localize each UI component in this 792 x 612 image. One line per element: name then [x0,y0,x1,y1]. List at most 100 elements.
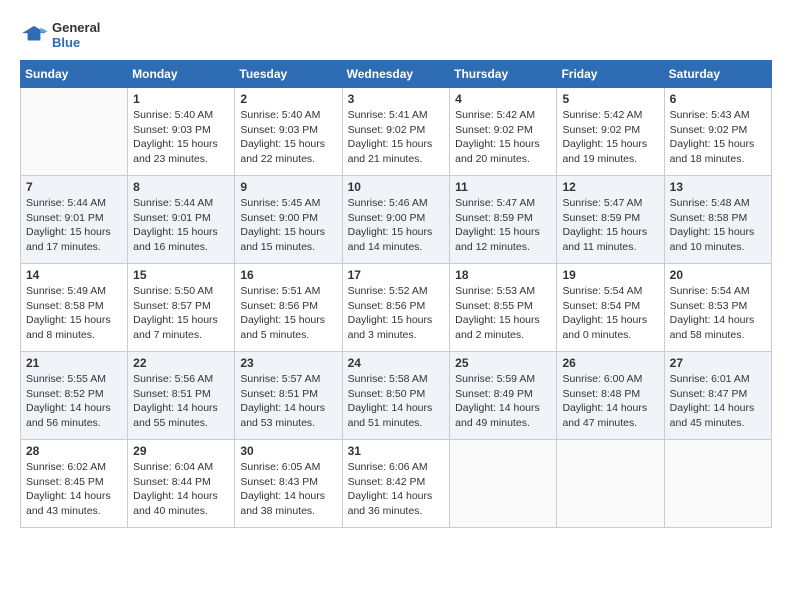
day-info: Sunrise: 5:55 AMSunset: 8:52 PMDaylight:… [26,372,122,431]
day-info: Sunrise: 5:40 AMSunset: 9:03 PMDaylight:… [240,108,336,167]
calendar-cell: 25 Sunrise: 5:59 AMSunset: 8:49 PMDayligh… [450,352,557,440]
calendar-cell: 20 Sunrise: 5:54 AMSunset: 8:53 PMDayligh… [664,264,771,352]
logo-icon [20,24,48,46]
column-header-saturday: Saturday [664,61,771,88]
day-info: Sunrise: 5:51 AMSunset: 8:56 PMDaylight:… [240,284,336,343]
column-header-thursday: Thursday [450,61,557,88]
calendar-table: SundayMondayTuesdayWednesdayThursdayFrid… [20,60,772,528]
day-number: 26 [562,356,658,370]
day-info: Sunrise: 5:47 AMSunset: 8:59 PMDaylight:… [562,196,658,255]
column-header-sunday: Sunday [21,61,128,88]
day-info: Sunrise: 5:40 AMSunset: 9:03 PMDaylight:… [133,108,229,167]
calendar-cell: 31 Sunrise: 6:06 AMSunset: 8:42 PMDayligh… [342,440,450,528]
day-number: 23 [240,356,336,370]
calendar-cell: 26 Sunrise: 6:00 AMSunset: 8:48 PMDayligh… [557,352,664,440]
day-number: 1 [133,92,229,106]
calendar-cell: 6 Sunrise: 5:43 AMSunset: 9:02 PMDaylight… [664,88,771,176]
day-number: 9 [240,180,336,194]
calendar-cell [21,88,128,176]
day-info: Sunrise: 5:56 AMSunset: 8:51 PMDaylight:… [133,372,229,431]
day-info: Sunrise: 5:50 AMSunset: 8:57 PMDaylight:… [133,284,229,343]
calendar-cell: 23 Sunrise: 5:57 AMSunset: 8:51 PMDayligh… [235,352,342,440]
calendar-cell: 8 Sunrise: 5:44 AMSunset: 9:01 PMDaylight… [128,176,235,264]
day-info: Sunrise: 6:01 AMSunset: 8:47 PMDaylight:… [670,372,766,431]
day-info: Sunrise: 5:53 AMSunset: 8:55 PMDaylight:… [455,284,551,343]
day-number: 24 [348,356,445,370]
day-number: 28 [26,444,122,458]
day-info: Sunrise: 5:42 AMSunset: 9:02 PMDaylight:… [455,108,551,167]
day-number: 31 [348,444,445,458]
day-info: Sunrise: 6:00 AMSunset: 8:48 PMDaylight:… [562,372,658,431]
day-info: Sunrise: 5:47 AMSunset: 8:59 PMDaylight:… [455,196,551,255]
day-number: 13 [670,180,766,194]
day-number: 25 [455,356,551,370]
day-number: 5 [562,92,658,106]
day-info: Sunrise: 5:46 AMSunset: 9:00 PMDaylight:… [348,196,445,255]
day-info: Sunrise: 5:42 AMSunset: 9:02 PMDaylight:… [562,108,658,167]
calendar-cell: 15 Sunrise: 5:50 AMSunset: 8:57 PMDayligh… [128,264,235,352]
calendar-cell: 14 Sunrise: 5:49 AMSunset: 8:58 PMDayligh… [21,264,128,352]
column-header-tuesday: Tuesday [235,61,342,88]
day-number: 12 [562,180,658,194]
calendar-cell: 2 Sunrise: 5:40 AMSunset: 9:03 PMDaylight… [235,88,342,176]
day-info: Sunrise: 5:43 AMSunset: 9:02 PMDaylight:… [670,108,766,167]
calendar-cell: 17Sunrise: 5:52 AMSunset: 8:56 PMDayligh… [342,264,450,352]
calendar-cell [450,440,557,528]
day-number: 8 [133,180,229,194]
day-number: 22 [133,356,229,370]
column-header-monday: Monday [128,61,235,88]
calendar-cell: 7Sunrise: 5:44 AMSunset: 9:01 PMDaylight… [21,176,128,264]
logo-general: General [52,20,100,35]
calendar-cell: 10 Sunrise: 5:46 AMSunset: 9:00 PMDayligh… [342,176,450,264]
calendar-cell: 30 Sunrise: 6:05 AMSunset: 8:43 PMDayligh… [235,440,342,528]
calendar-cell: 4 Sunrise: 5:42 AMSunset: 9:02 PMDaylight… [450,88,557,176]
calendar-cell: 22 Sunrise: 5:56 AMSunset: 8:51 PMDayligh… [128,352,235,440]
day-number: 17 [348,268,445,282]
day-info: Sunrise: 5:44 AMSunset: 9:01 PMDaylight:… [133,196,229,255]
day-number: 16 [240,268,336,282]
day-number: 27 [670,356,766,370]
day-info: Sunrise: 6:04 AMSunset: 8:44 PMDaylight:… [133,460,229,519]
calendar-cell: 21 Sunrise: 5:55 AMSunset: 8:52 PMDayligh… [21,352,128,440]
day-number: 21 [26,356,122,370]
day-number: 15 [133,268,229,282]
day-number: 7 [26,180,122,194]
logo-blue: Blue [52,35,100,50]
calendar-cell: 9 Sunrise: 5:45 AMSunset: 9:00 PMDaylight… [235,176,342,264]
day-info: Sunrise: 5:48 AMSunset: 8:58 PMDaylight:… [670,196,766,255]
logo: General Blue [20,20,100,50]
calendar-cell: 13 Sunrise: 5:48 AMSunset: 8:58 PMDayligh… [664,176,771,264]
day-info: Sunrise: 5:45 AMSunset: 9:00 PMDaylight:… [240,196,336,255]
calendar-cell: 19Sunrise: 5:54 AMSunset: 8:54 PMDayligh… [557,264,664,352]
day-info: Sunrise: 6:05 AMSunset: 8:43 PMDaylight:… [240,460,336,519]
day-number: 10 [348,180,445,194]
calendar-cell [557,440,664,528]
column-header-friday: Friday [557,61,664,88]
day-number: 18 [455,268,551,282]
calendar-cell: 28 Sunrise: 6:02 AMSunset: 8:45 PMDayligh… [21,440,128,528]
calendar-cell: 11Sunrise: 5:47 AMSunset: 8:59 PMDayligh… [450,176,557,264]
calendar-cell: 3Sunrise: 5:41 AMSunset: 9:02 PMDaylight… [342,88,450,176]
calendar-cell [664,440,771,528]
day-number: 20 [670,268,766,282]
day-info: Sunrise: 6:02 AMSunset: 8:45 PMDaylight:… [26,460,122,519]
day-number: 4 [455,92,551,106]
calendar-cell: 27 Sunrise: 6:01 AMSunset: 8:47 PMDayligh… [664,352,771,440]
calendar-cell: 12 Sunrise: 5:47 AMSunset: 8:59 PMDayligh… [557,176,664,264]
day-number: 19 [562,268,658,282]
day-number: 2 [240,92,336,106]
day-info: Sunrise: 5:49 AMSunset: 8:58 PMDaylight:… [26,284,122,343]
calendar-cell: 5 Sunrise: 5:42 AMSunset: 9:02 PMDaylight… [557,88,664,176]
calendar-cell: 1 Sunrise: 5:40 AMSunset: 9:03 PMDaylight… [128,88,235,176]
day-number: 14 [26,268,122,282]
column-header-wednesday: Wednesday [342,61,450,88]
day-info: Sunrise: 5:54 AMSunset: 8:53 PMDaylight:… [670,284,766,343]
day-number: 30 [240,444,336,458]
calendar-cell: 16 Sunrise: 5:51 AMSunset: 8:56 PMDayligh… [235,264,342,352]
calendar-cell: 29Sunrise: 6:04 AMSunset: 8:44 PMDayligh… [128,440,235,528]
day-info: Sunrise: 5:41 AMSunset: 9:02 PMDaylight:… [348,108,445,167]
day-number: 6 [670,92,766,106]
day-info: Sunrise: 5:57 AMSunset: 8:51 PMDaylight:… [240,372,336,431]
day-info: Sunrise: 6:06 AMSunset: 8:42 PMDaylight:… [348,460,445,519]
day-info: Sunrise: 5:59 AMSunset: 8:49 PMDaylight:… [455,372,551,431]
